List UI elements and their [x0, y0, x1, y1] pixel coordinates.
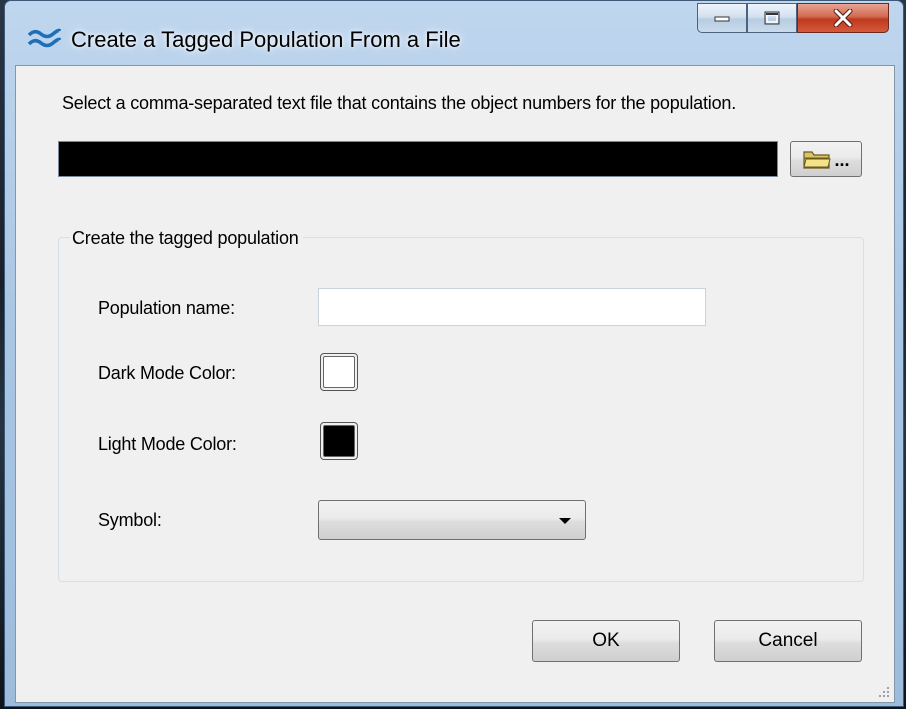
- browse-button[interactable]: ...: [790, 141, 862, 177]
- dialog-client-area: Select a comma-separated text file that …: [15, 65, 895, 703]
- chevron-down-icon: [559, 518, 571, 524]
- folder-icon: [803, 151, 832, 169]
- wave-icon: [27, 28, 61, 48]
- dark-mode-color-label: Dark Mode Color:: [98, 363, 236, 383]
- light-mode-color-fill: [323, 425, 355, 457]
- close-button[interactable]: [797, 3, 889, 33]
- symbol-label: Symbol:: [98, 510, 162, 530]
- maximize-button[interactable]: [747, 3, 797, 33]
- population-name-input[interactable]: [318, 288, 706, 326]
- symbol-dropdown[interactable]: [318, 500, 586, 540]
- file-path-field[interactable]: [58, 141, 778, 177]
- dark-mode-color-fill: [323, 356, 355, 388]
- population-name-label: Population name:: [98, 298, 235, 318]
- title-bar[interactable]: Create a Tagged Population From a File: [5, 1, 903, 55]
- maximize-icon: [764, 11, 780, 25]
- browse-label: ...: [834, 150, 850, 170]
- dark-mode-color-swatch[interactable]: [320, 353, 358, 391]
- dialog-window: Create a Tagged Population From a File S…: [4, 0, 904, 707]
- group-title: Create the tagged population: [70, 228, 303, 249]
- close-icon: [833, 9, 853, 27]
- light-mode-color-swatch[interactable]: [320, 422, 358, 460]
- window-title: Create a Tagged Population From a File: [71, 27, 461, 52]
- caption-buttons: [697, 3, 897, 35]
- ok-button[interactable]: OK: [532, 620, 680, 662]
- minimize-button[interactable]: [697, 3, 747, 33]
- minimize-icon: [714, 16, 730, 22]
- resize-grip-icon[interactable]: [878, 686, 890, 698]
- light-mode-color-label: Light Mode Color:: [98, 434, 237, 454]
- cancel-button[interactable]: Cancel: [714, 620, 862, 662]
- file-instruction: Select a comma-separated text file that …: [62, 93, 736, 113]
